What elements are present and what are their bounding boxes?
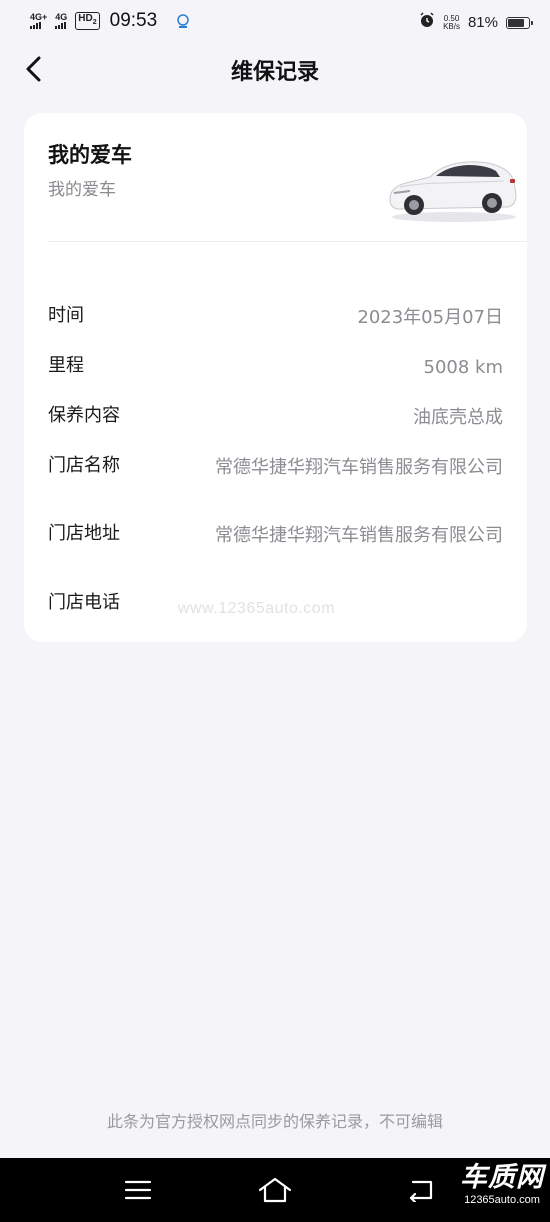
detail-value: 油底壳总成 [413, 407, 503, 428]
system-nav-bar: 车质网 12365auto.com [0, 1158, 550, 1222]
brand-url: 12365auto.com [464, 1194, 540, 1206]
vehicle-subtitle: 我的爱车 [48, 180, 116, 200]
signal-4g-plus: 4G+ [30, 13, 47, 29]
detail-row-store-name: 门店名称 常德华捷华翔汽车销售服务有限公司 [48, 451, 503, 511]
maintenance-record-card: 我的爱车 我的爱车 时间 2023年05月07日 里程 5008 km 保养内容… [24, 113, 527, 642]
signal-label-1: 4G+ [30, 12, 48, 22]
detail-row-maintenance-content: 保养内容 油底壳总成 [48, 401, 503, 431]
detail-value: 常德华捷华翔汽车销售服务有限公司 [215, 457, 503, 478]
hd-voice-icon: HD2 [75, 12, 100, 30]
detail-row-mileage: 里程 5008 km [48, 351, 503, 381]
signal-bars-icon [30, 22, 41, 29]
vehicle-name: 我的爱车 [48, 143, 132, 167]
detail-label: 门店地址 [48, 523, 120, 544]
menu-icon [124, 1180, 152, 1200]
home-button[interactable] [257, 1174, 293, 1206]
return-button[interactable] [402, 1174, 438, 1206]
page-title: 维保记录 [230, 60, 319, 85]
home-icon [258, 1177, 292, 1203]
detail-label: 里程 [48, 355, 84, 376]
signal-label-2: 4G [55, 12, 68, 22]
detail-row-time: 时间 2023年05月07日 [48, 301, 503, 331]
app-notification-icon [175, 13, 191, 29]
detail-label: 门店电话 [48, 592, 120, 613]
status-right: 0.50 KB/s 81% [419, 12, 533, 33]
brand-name: 车质网 [460, 1162, 544, 1193]
car-image [384, 153, 524, 225]
detail-row-store-address: 门店地址 常德华捷华翔汽车销售服务有限公司 [48, 519, 503, 579]
hd-label: HD [78, 13, 93, 24]
detail-value: 常德华捷华翔汽车销售服务有限公司 [215, 525, 503, 546]
battery-icon [506, 16, 533, 29]
menu-button[interactable] [120, 1174, 156, 1206]
signal-bars-icon [55, 22, 67, 29]
hd-sub: 2 [92, 19, 97, 26]
signal-4g: 4G [55, 13, 67, 29]
footer-note: 此条为官方授权网点同步的保养记录，不可编辑 [106, 1112, 443, 1131]
detail-label: 门店名称 [48, 455, 120, 476]
alarm-clock-icon [419, 12, 435, 33]
brand-logo: 车质网 12365auto.com [460, 1162, 544, 1207]
title-bar: 维保记录 [0, 44, 550, 94]
battery-percent: 81% [467, 14, 498, 31]
return-icon [409, 1180, 433, 1202]
net-speed-unit: KB/s [443, 21, 460, 31]
status-bar: 4G+ 4G HD2 09:53 0.50 KB/s 81% [0, 0, 550, 44]
detail-value: 5008 km [423, 357, 504, 378]
status-left: 4G+ 4G HD2 09:53 [30, 10, 191, 32]
detail-label: 时间 [48, 305, 84, 326]
watermark: www.12365auto.com [178, 600, 336, 617]
card-divider [48, 241, 527, 242]
detail-label: 保养内容 [48, 405, 120, 426]
status-time: 09:53 [109, 10, 158, 31]
detail-value: 2023年05月07日 [357, 307, 503, 328]
net-speed: 0.50 KB/s [443, 14, 460, 31]
